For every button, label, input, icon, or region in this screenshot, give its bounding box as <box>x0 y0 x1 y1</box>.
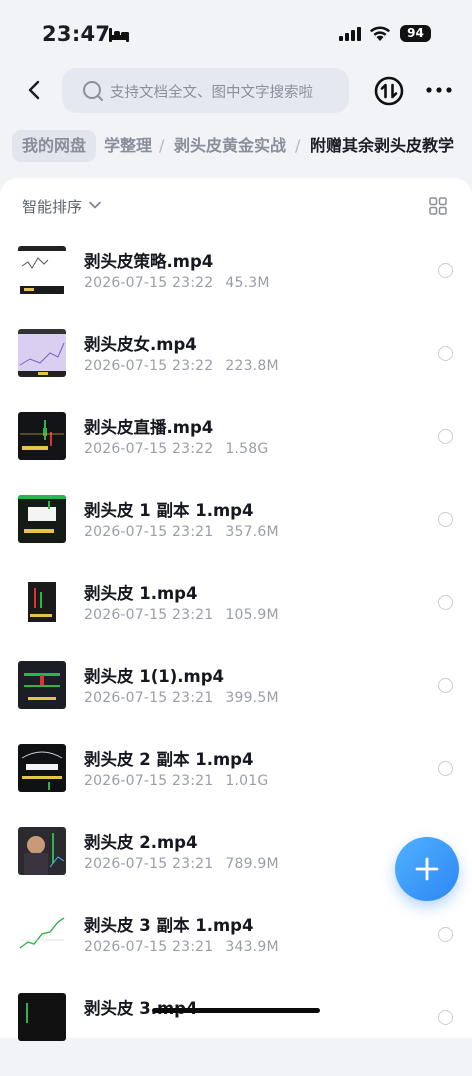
battery-indicator: 94 <box>400 25 431 42</box>
file-name: 剥头皮 1.mp4 <box>84 584 198 603</box>
breadcrumb-separator: / <box>295 136 301 155</box>
search-icon <box>83 81 103 101</box>
video-thumbnail <box>18 993 66 1041</box>
more-icon[interactable] <box>424 80 454 100</box>
file-size: 357.6M <box>225 524 279 540</box>
file-meta: 2026-07-15 23:22 45.3M <box>84 275 270 291</box>
home-indicator <box>152 1008 320 1013</box>
sleep-focus-icon <box>109 28 129 42</box>
video-thumbnail <box>18 578 66 626</box>
search-placeholder: 支持文档全文、图中文字搜索啦 <box>110 85 313 101</box>
video-thumbnail <box>18 329 66 377</box>
video-thumbnail <box>18 827 66 875</box>
file-meta: 2026-07-15 23:21 1.01G <box>84 773 268 789</box>
video-thumbnail <box>18 744 66 792</box>
file-size: 1.58G <box>225 441 269 457</box>
transfer-icon[interactable] <box>374 76 404 106</box>
file-meta: 2026-07-15 23:21 789.9M <box>84 856 279 872</box>
file-date: 2026-07-15 23:21 <box>84 856 214 872</box>
file-date: 2026-07-15 23:21 <box>84 773 214 789</box>
file-name: 剥头皮直播.mp4 <box>84 418 214 437</box>
file-row[interactable]: 剥头皮 2 副本 1.mp4 2026-07-15 23:21 1.01G <box>0 744 472 827</box>
breadcrumb-item[interactable]: 剥头皮黄金实战 <box>174 130 286 162</box>
select-checkbox[interactable] <box>438 927 453 942</box>
file-size: 45.3M <box>225 275 270 291</box>
file-list: 智能排序 剥头皮策略.mp4 2026-07-15 23:2245.3M 剥头 <box>0 178 472 1041</box>
select-checkbox[interactable] <box>438 346 453 361</box>
add-button[interactable] <box>395 837 459 901</box>
file-size: 223.8M <box>225 358 279 374</box>
select-checkbox[interactable] <box>438 263 453 278</box>
file-meta: 2026-07-15 23:22 223.8M <box>84 358 279 374</box>
file-row[interactable]: 剥头皮 3.mp4 <box>0 993 472 1076</box>
breadcrumb-item[interactable]: 学整理 <box>104 130 152 162</box>
status-bar: 23:47 94 <box>0 0 472 64</box>
select-checkbox[interactable] <box>438 512 453 527</box>
file-date: 2026-07-15 23:21 <box>84 690 214 706</box>
video-thumbnail <box>18 495 66 543</box>
back-button[interactable] <box>20 74 48 106</box>
file-row[interactable]: 剥头皮 1.mp4 2026-07-15 23:21 105.9M <box>0 578 472 661</box>
video-thumbnail <box>18 246 66 294</box>
file-meta: 2026-07-15 23:21 399.5M <box>84 690 279 706</box>
file-date: 2026-07-15 23:21 <box>84 939 214 955</box>
select-checkbox[interactable] <box>438 1010 453 1025</box>
file-name: 剥头皮策略.mp4 <box>84 252 214 271</box>
file-size: 105.9M <box>225 607 279 623</box>
file-row[interactable]: 剥头皮策略.mp4 2026-07-15 23:22 45.3M <box>0 246 472 329</box>
video-thumbnail <box>18 910 66 958</box>
file-name: 剥头皮 2.mp4 <box>84 833 198 852</box>
breadcrumb-current: 附赠其余剥头皮教学 <box>310 136 455 155</box>
file-name: 剥头皮女.mp4 <box>84 335 197 354</box>
cellular-signal-icon <box>339 27 361 41</box>
status-time: 23:47 <box>42 22 111 46</box>
file-name: 剥头皮 3 副本 1.mp4 <box>84 916 254 935</box>
file-name: 剥头皮 1 副本 1.mp4 <box>84 501 254 520</box>
video-thumbnail <box>18 412 66 460</box>
file-size: 1.01G <box>225 773 269 789</box>
file-row[interactable]: 剥头皮 1 副本 1.mp4 2026-07-15 23:21 357.6M <box>0 495 472 578</box>
file-row[interactable]: 剥头皮直播.mp4 2026-07-15 23:22 1.58G <box>0 412 472 495</box>
grid-view-icon[interactable] <box>429 197 447 215</box>
file-meta: 2026-07-15 23:22 1.58G <box>84 441 268 457</box>
file-date: 2026-07-15 23:21 <box>84 607 214 623</box>
file-row[interactable]: 剥头皮 3 副本 1.mp4 2026-07-15 23:21 343.9M <box>0 910 472 993</box>
select-checkbox[interactable] <box>438 595 453 610</box>
file-name: 剥头皮 1(1).mp4 <box>84 667 225 686</box>
file-name: 剥头皮 2 副本 1.mp4 <box>84 750 254 769</box>
sort-dropdown[interactable]: 智能排序 <box>22 196 82 217</box>
select-checkbox[interactable] <box>438 678 453 693</box>
breadcrumb: 我的网盘 学整理 / 剥头皮黄金实战 / 附赠其余剥头皮教学 <box>0 128 472 168</box>
file-meta: 2026-07-15 23:21 343.9M <box>84 939 279 955</box>
plus-icon <box>415 857 439 881</box>
chevron-down-icon[interactable] <box>89 201 101 209</box>
wifi-icon <box>370 26 390 41</box>
file-date: 2026-07-15 23:22 <box>84 275 214 291</box>
video-thumbnail <box>18 661 66 709</box>
file-size: 399.5M <box>225 690 279 706</box>
breadcrumb-separator: / <box>159 136 165 155</box>
file-date: 2026-07-15 23:22 <box>84 441 214 457</box>
select-checkbox[interactable] <box>438 761 453 776</box>
file-meta: 2026-07-15 23:21 105.9M <box>84 607 279 623</box>
search-input[interactable]: 支持文档全文、图中文字搜索啦 <box>62 68 349 113</box>
file-size: 343.9M <box>225 939 279 955</box>
file-name: 剥头皮 3.mp4 <box>84 999 198 1018</box>
file-row[interactable]: 剥头皮 1(1).mp4 2026-07-15 23:21 399.5M <box>0 661 472 744</box>
file-meta: 2026-07-15 23:21 357.6M <box>84 524 279 540</box>
file-date: 2026-07-15 23:22 <box>84 358 214 374</box>
file-date: 2026-07-15 23:21 <box>84 524 214 540</box>
select-checkbox[interactable] <box>438 429 453 444</box>
file-size: 789.9M <box>225 856 279 872</box>
file-row[interactable]: 剥头皮女.mp4 2026-07-15 23:22 223.8M <box>0 329 472 412</box>
breadcrumb-root[interactable]: 我的网盘 <box>12 130 97 162</box>
